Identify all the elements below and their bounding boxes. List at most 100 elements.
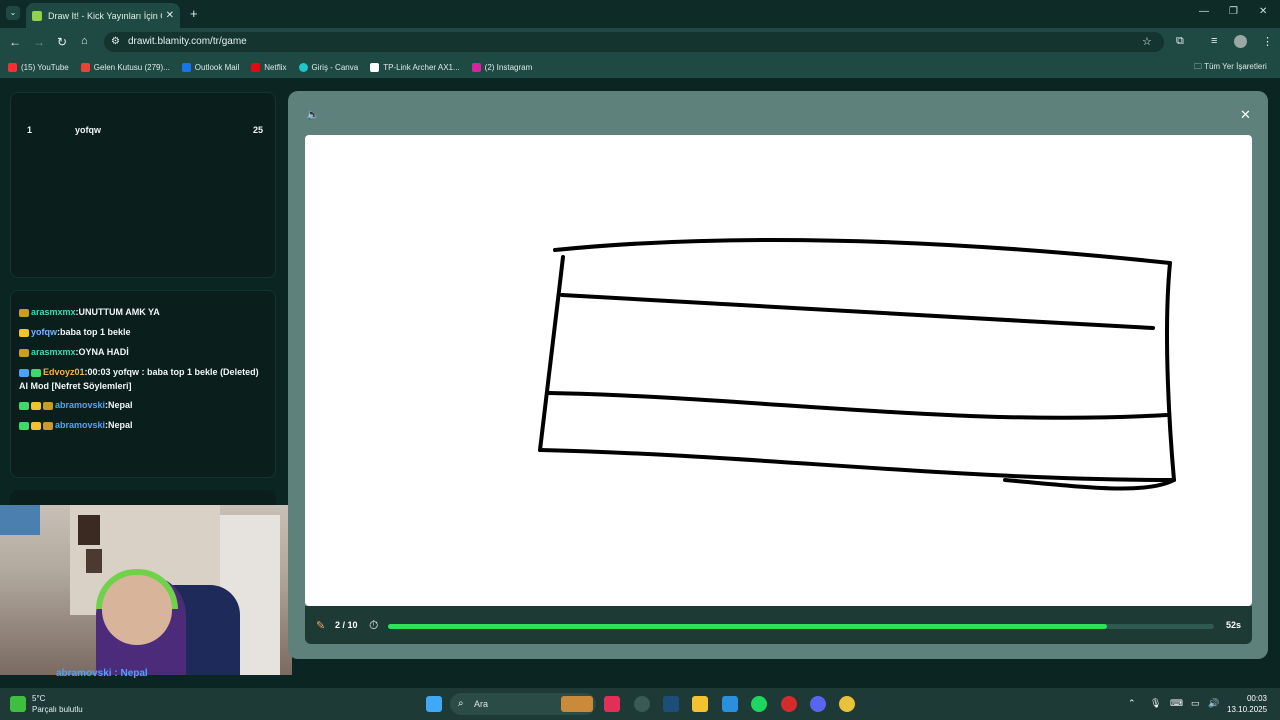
tab-favicon-icon <box>32 10 42 21</box>
chat-panel: arasmxmx:UNUTTUM AMK YA yofqw:baba top 1… <box>10 290 276 478</box>
restore-icon[interactable]: ❐ <box>1229 6 1238 17</box>
clock-time: 00:03 <box>1246 694 1267 703</box>
chat-message: Edvoyz01:00:03 yofqw : baba top 1 bekle … <box>19 365 267 393</box>
chat-message: arasmxmx:OYNA HADİ <box>19 345 267 360</box>
leaderboard-panel: 1 yofqw 25 <box>10 92 276 278</box>
active-tab[interactable]: Draw It! - Kick Yayınları İçin Çizim ✕ <box>26 3 180 28</box>
all-bookmarks-button[interactable]: 🗀 Tüm Yer İşaretleri <box>1194 61 1267 75</box>
chat-username[interactable]: arasmxmx <box>31 347 76 357</box>
bookmark-youtube[interactable]: (15) YouTube <box>8 62 69 72</box>
gmail-icon <box>80 62 90 72</box>
round-counter: 2 / 10 <box>335 620 358 630</box>
chat-message: yofqw:baba top 1 bekle <box>19 325 267 340</box>
start-icon[interactable] <box>426 696 442 712</box>
webcam-poster <box>86 549 102 573</box>
weather-temp: 5°C <box>32 694 46 703</box>
webcam-poster <box>78 515 100 545</box>
sub-badge-icon <box>19 308 29 317</box>
clock[interactable]: 00:03 13.10.2025 <box>1227 693 1267 715</box>
chat-text: :Nepal <box>105 420 133 430</box>
bookmark-star-icon[interactable]: ☆ <box>1142 35 1152 48</box>
sub-badge-icon <box>43 401 53 410</box>
bookmark-instagram[interactable]: (2) Instagram <box>471 62 532 72</box>
tab-title: Draw It! - Kick Yayınları İçin Çizim <box>48 10 162 21</box>
menu-icon[interactable]: ⋮ <box>1262 35 1273 48</box>
stroke-bottom <box>538 448 1176 482</box>
chat-username[interactable]: abramovski <box>55 420 105 430</box>
discord-icon[interactable] <box>810 696 826 712</box>
steam-icon[interactable] <box>663 696 679 712</box>
chatgpt-icon[interactable] <box>634 696 650 712</box>
tab-close-icon[interactable]: ✕ <box>166 10 174 21</box>
sub-badge-icon <box>43 421 53 430</box>
back-icon[interactable]: ← <box>9 35 21 49</box>
bookmark-canva[interactable]: Giriş - Canva <box>298 62 358 72</box>
time-progress-bar <box>388 624 1214 629</box>
window-close-icon[interactable]: ✕ <box>1259 6 1267 17</box>
chat-username[interactable]: abramovski <box>55 400 105 410</box>
crown-icon <box>31 401 41 410</box>
site-info-icon[interactable]: ⚙ <box>111 36 120 47</box>
minimize-icon[interactable]: — <box>1199 6 1209 17</box>
outlook-icon <box>181 62 191 72</box>
tab-list-button[interactable]: ⌄ <box>6 6 20 20</box>
bookmark-gmail[interactable]: Gelen Kutusu (279)... <box>80 62 170 72</box>
vscode-icon[interactable] <box>722 696 738 712</box>
reload-icon[interactable]: ↻ <box>57 35 67 49</box>
time-progress-fill <box>388 624 1107 629</box>
bookmark-netflix[interactable]: Netflix <box>251 62 287 72</box>
keyboard-icon[interactable]: ⌨ <box>1170 698 1183 709</box>
new-tab-button[interactable]: + <box>190 6 198 21</box>
search-icon: ⌕ <box>458 698 464 709</box>
search-highlight-icon[interactable] <box>561 696 593 712</box>
chat-text: :baba top 1 bekle <box>57 327 131 337</box>
microphone-icon[interactable]: 🎙 <box>1150 698 1161 709</box>
drawing-svg <box>538 238 1176 491</box>
chat-username[interactable]: arasmxmx <box>31 307 76 317</box>
media-icon[interactable]: ≡ <box>1211 35 1217 47</box>
webcam-window <box>0 505 40 535</box>
tray-chevron-icon[interactable]: ⌃ <box>1128 698 1136 709</box>
weather-desc: Parçalı bulutlu <box>32 705 83 714</box>
extensions-icon[interactable]: ⧉ <box>1176 35 1184 48</box>
bookmark-outlook[interactable]: Outlook Mail <box>181 62 239 72</box>
address-field[interactable]: drawit.blamity.com/tr/game <box>104 32 1164 52</box>
drawing-canvas[interactable] <box>305 135 1252 606</box>
netflix-icon <box>251 62 261 72</box>
instagram-icon <box>471 62 481 72</box>
network-icon[interactable]: ▭ <box>1191 698 1200 709</box>
crown-icon <box>31 421 41 430</box>
chrome-icon[interactable] <box>839 696 855 712</box>
app-red-icon[interactable] <box>781 696 797 712</box>
weather-widget[interactable]: 5°C Parçalı bulutlu <box>32 693 83 715</box>
chat-text: :Nepal <box>105 400 133 410</box>
webcam-overlay <box>0 505 292 675</box>
leaderboard-rank: 1 <box>27 125 33 135</box>
stroke-top <box>553 238 1172 265</box>
leaderboard-name: yofqw <box>75 125 101 135</box>
chat-message: abramovski:Nepal <box>19 418 267 433</box>
profile-avatar[interactable] <box>1234 35 1247 48</box>
home-icon[interactable]: ⌂ <box>81 35 88 47</box>
tiktok-icon[interactable] <box>604 696 620 712</box>
volume-icon[interactable]: 🔊 <box>1208 698 1219 709</box>
file-explorer-icon[interactable] <box>692 696 708 712</box>
canva-icon <box>298 62 308 72</box>
sword-icon <box>19 368 29 377</box>
kick-badge-icon <box>19 421 29 430</box>
weather-icon[interactable] <box>10 696 26 712</box>
clock-date: 13.10.2025 <box>1227 705 1268 714</box>
forward-icon[interactable]: → <box>33 35 45 49</box>
sound-icon[interactable]: 🔈 <box>306 108 320 121</box>
chat-text: :UNUTTUM AMK YA <box>75 307 160 317</box>
bookmark-tplink[interactable]: TP-Link Archer AX1... <box>370 62 460 72</box>
close-icon[interactable]: ✕ <box>1240 107 1251 123</box>
chat-message: arasmxmx:UNUTTUM AMK YA <box>19 305 267 320</box>
kick-badge-icon <box>31 368 41 377</box>
sub-badge-icon <box>19 348 29 357</box>
chat-username[interactable]: Edvoyz01 <box>43 367 85 377</box>
chat-username[interactable]: yofqw <box>31 327 57 337</box>
stroke-right <box>1003 261 1176 491</box>
spotify-icon[interactable] <box>751 696 767 712</box>
tplink-icon <box>370 62 380 72</box>
